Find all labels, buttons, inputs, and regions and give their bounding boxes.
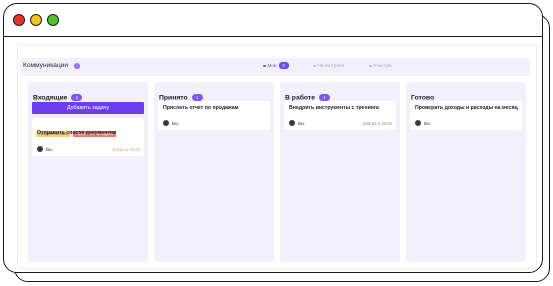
task-assignee: Вы [298, 121, 305, 126]
task-deadline: Вчера в 20:00 [112, 147, 140, 152]
avatar [163, 120, 169, 126]
column-header: Входящие 1 [33, 89, 83, 102]
task-title: Отправить список документов [37, 130, 117, 136]
task-card[interactable]: Проверить доходы и расходы на месяц Вы [410, 101, 522, 130]
bullet-icon [369, 64, 372, 68]
add-task-button[interactable]: Добавить задачу [32, 102, 144, 114]
task-assignee: Вы [172, 121, 179, 126]
filter-participate-label: Участую [373, 63, 392, 68]
task-title: Внедрить инструменты с тренинга [289, 105, 379, 111]
task-card[interactable]: Прислать отчет по продажам Вы [158, 101, 270, 130]
task-tags: Предметная зона Просроченная задача [36, 122, 118, 137]
column-count-badge: 1 [71, 94, 83, 102]
column-inbox: Входящие 1 Добавить задачу Предметная зон… [28, 82, 148, 262]
task-deadline: Завтра в 20:00 [362, 121, 392, 126]
filter-mine[interactable]: Мои 3 [263, 61, 289, 71]
task-title: Проверить доходы и расходы на месяц [415, 105, 518, 111]
column-header: Принято 1 [159, 89, 203, 102]
column-in-progress: В работе 1 Внедрить инструменты с тренинг… [280, 82, 400, 262]
task-assignee: Вы [46, 147, 53, 152]
filter-participate[interactable]: Участую [369, 61, 392, 71]
column-title: Входящие [33, 94, 68, 102]
minimize-window-icon[interactable] [30, 14, 42, 26]
filter-control[interactable]: На контроле [313, 61, 344, 71]
project-title: Коммуникации [23, 62, 69, 69]
bullet-icon [263, 64, 266, 68]
bullet-icon [313, 64, 316, 68]
column-done: Готово Проверить доходы и расходы на мес… [406, 82, 526, 262]
task-assignee: Вы [424, 121, 431, 126]
maximize-window-icon[interactable] [47, 14, 59, 26]
column-header: Готово [411, 89, 434, 101]
avatar [37, 146, 43, 152]
filter-control-label: На контроле [317, 63, 345, 68]
close-window-icon[interactable] [13, 14, 25, 26]
filter-mine-count: 3 [278, 62, 289, 70]
info-icon[interactable]: i [74, 62, 80, 69]
column-header: В работе 1 [285, 89, 331, 102]
task-card[interactable]: Предметная зона Просроченная задача Отпра… [32, 118, 144, 156]
avatar [289, 120, 295, 126]
app-window: Коммуникации i Мои 3 На контроле Участую … [3, 3, 543, 273]
board-topbar: Коммуникации i Мои 3 На контроле Участую [20, 58, 530, 76]
task-title: Прислать отчет по продажам [163, 105, 239, 111]
filter-mine-label: Мои [267, 63, 277, 68]
task-card[interactable]: Внедрить инструменты с тренинга Вы Завтр… [284, 101, 396, 130]
board-page: Коммуникации i Мои 3 На контроле Участую … [17, 44, 537, 269]
window-titlebar [4, 4, 542, 37]
column-accepted: Принято 1 Прислать отчет по продажам Вы [154, 82, 274, 262]
avatar [415, 120, 421, 126]
